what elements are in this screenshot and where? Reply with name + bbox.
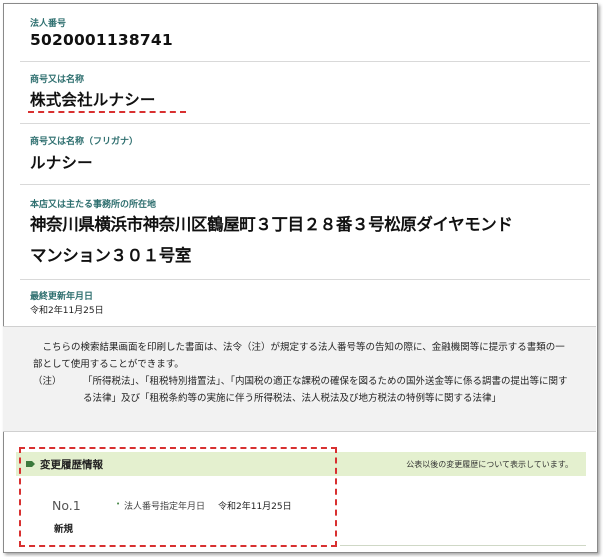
divider [20,123,590,124]
corporate-number-label: 法人番号 [30,19,67,29]
name-value: 株式会社ルナシー [30,91,156,109]
address-label: 本店又は主たる事務所の所在地 [30,200,157,210]
corporate-number-value: 5020001138741 [30,31,173,49]
notice-paragraph: こちらの検索結果画面を印刷した書面は、法令（注）が規定する法人番号等の告知の際に… [33,342,565,370]
history-note: 公表以後の変更履歴について表示しています。 [406,460,573,469]
divider [20,279,590,280]
history-highlight-box [19,447,337,547]
last-updated-label: 最終更新年月日 [30,292,94,302]
print-notice: こちらの検索結果画面を印刷した書面は、法令（注）が規定する法人番号等の告知の際に… [3,326,596,432]
address-line-2: マンション３０１号室 [30,246,192,265]
name-label: 商号又は名称 [30,75,85,85]
name-kana-value: ルナシー [30,154,93,172]
divider [20,61,590,62]
last-updated-value: 令和2年11月25日 [30,306,104,316]
notice-note: 「所得税法」、「租税特別措置法」、「内国税の適正な課税の確保を図るための国外送金… [83,376,568,404]
name-highlight-underline [28,111,186,113]
name-kana-label: 商号又は名称（フリガナ） [30,137,139,147]
address-line-1: 神奈川県横浜市神奈川区鶴屋町３丁目２８番３号松原ダイヤモンド [30,215,513,234]
notice-note-prefix: （注） [33,376,62,387]
divider [340,545,586,546]
divider [20,184,590,185]
